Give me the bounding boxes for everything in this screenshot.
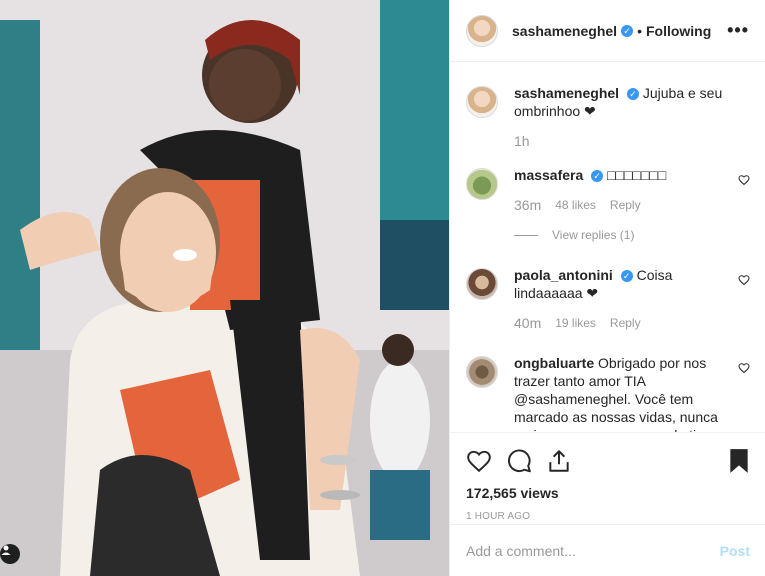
post-sidebar: sashameneghel ✓ • Following ••• sashamen… xyxy=(449,0,765,576)
post-button[interactable]: Post xyxy=(720,543,750,559)
comment-meta: 36m 48 likes Reply xyxy=(514,196,734,214)
verified-badge-icon: ✓ xyxy=(591,170,604,183)
comment-time[interactable]: 40m xyxy=(514,314,541,332)
comment-username[interactable]: massafera xyxy=(514,167,583,183)
heart-icon[interactable] xyxy=(466,448,492,474)
following-button[interactable]: Following xyxy=(646,23,711,39)
reply-button[interactable]: Reply xyxy=(610,196,641,214)
comment-like-heart-icon[interactable] xyxy=(738,274,750,286)
author-avatar[interactable] xyxy=(466,14,498,47)
comment-likes[interactable]: 48 likes xyxy=(555,196,596,214)
add-comment-bar: Add a comment... Post xyxy=(450,524,765,576)
caption-username[interactable]: sashameneghel xyxy=(514,85,619,101)
post-header: sashameneghel ✓ • Following ••• xyxy=(450,0,765,62)
verified-badge-icon: ✓ xyxy=(621,24,634,37)
comment-item: paola_antonini ✓ Coisa lindaaaaaa ❤ 40m … xyxy=(450,266,765,332)
comment-username[interactable]: paola_antonini xyxy=(514,267,613,283)
separator-dot: • xyxy=(637,22,642,39)
more-options-icon[interactable]: ••• xyxy=(727,20,749,41)
commenter-avatar[interactable] xyxy=(466,356,498,388)
replies-divider xyxy=(514,234,538,236)
verified-badge-icon: ✓ xyxy=(626,88,639,101)
comment-text: □□□□□□□ xyxy=(607,167,667,183)
caption-meta: 1h xyxy=(514,132,734,150)
verified-badge-icon: ✓ xyxy=(620,270,633,283)
action-icons xyxy=(466,441,750,481)
caption-avatar[interactable] xyxy=(466,86,498,118)
view-count[interactable]: 172,565 views xyxy=(466,485,750,501)
comment-input[interactable]: Add a comment... xyxy=(466,543,720,559)
commenter-avatar[interactable] xyxy=(466,168,498,200)
caption-time[interactable]: 1h xyxy=(514,132,530,150)
comment-likes[interactable]: 19 likes xyxy=(555,314,596,332)
comment-like-heart-icon[interactable] xyxy=(738,362,750,374)
comment-icon[interactable] xyxy=(506,448,532,474)
commenter-avatar[interactable] xyxy=(466,268,498,300)
video-frame-illustration xyxy=(0,0,449,576)
caption: sashameneghel ✓ Jujuba e seu ombrinhoo ❤… xyxy=(450,84,765,150)
comment-like-heart-icon[interactable] xyxy=(738,174,750,186)
comment-meta: 40m 19 likes Reply xyxy=(514,314,734,332)
reply-button[interactable]: Reply xyxy=(610,314,641,332)
share-icon[interactable] xyxy=(546,448,572,474)
user-tag-icon[interactable] xyxy=(0,544,20,564)
post-actions: 172,565 views 1 HOUR AGO xyxy=(450,432,765,522)
comment-time[interactable]: 36m xyxy=(514,196,541,214)
comment-item: ongbaluarte Obrigado por nos trazer tant… xyxy=(450,354,765,432)
author-username[interactable]: sashameneghel xyxy=(512,23,617,39)
view-replies-label: View replies (1) xyxy=(552,228,635,242)
bookmark-icon[interactable] xyxy=(728,448,750,474)
post-video[interactable] xyxy=(0,0,449,576)
comment-item: massafera ✓ □□□□□□□ 36m 48 likes Reply V… xyxy=(450,166,765,244)
comment-username[interactable]: ongbaluarte xyxy=(514,355,594,371)
view-replies-button[interactable]: View replies (1) xyxy=(514,226,734,244)
post-timestamp[interactable]: 1 HOUR AGO xyxy=(466,511,750,522)
comments-list[interactable]: sashameneghel ✓ Jujuba e seu ombrinhoo ❤… xyxy=(450,80,765,432)
